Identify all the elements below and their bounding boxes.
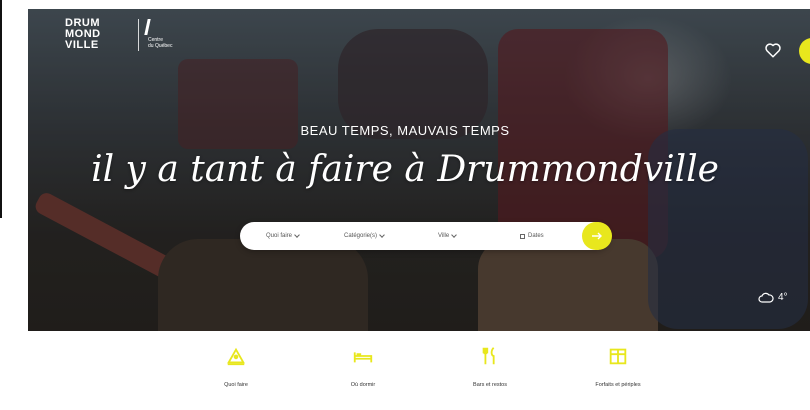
nav-item-ou-dormir[interactable]: Où dormir	[303, 345, 423, 388]
bed-icon	[353, 352, 373, 363]
cloud-icon	[758, 292, 774, 303]
logo-line: VILLE	[65, 39, 99, 51]
chevron-down-icon	[379, 232, 385, 238]
site-logo[interactable]: DRUM MOND VILLE	[65, 18, 101, 51]
search-field-label: Catégorie(s)	[344, 233, 378, 239]
page: DRUM MOND VILLE Centre du Québec BEAU TE…	[0, 0, 810, 410]
utensils-icon	[482, 347, 495, 365]
nav-item-label: Forfaits et périples	[595, 382, 641, 388]
nav-item-forfaits[interactable]: Forfaits et périples	[558, 345, 678, 388]
partner-line: du Québec	[148, 43, 173, 49]
logo-divider	[138, 19, 139, 51]
search-field-label: Dates	[528, 233, 544, 239]
weather-temperature: 4°	[778, 292, 788, 303]
package-icon	[609, 348, 627, 365]
nav-item-quoi-faire[interactable]: Quoi faire	[176, 345, 296, 388]
nav-item-label: Quoi faire	[224, 382, 248, 388]
hero-headline: il y a tant à faire à Drummondville	[91, 149, 719, 190]
search-field-city[interactable]: Ville	[438, 232, 458, 239]
hero-eyebrow: BEAU TEMPS, MAUVAIS TEMPS	[300, 123, 510, 138]
partner-logo: Centre du Québec	[148, 37, 172, 49]
search-button[interactable]	[582, 222, 612, 250]
search-bar: Quoi faire Catégorie(s) Ville Dates	[240, 222, 612, 250]
weather-widget: 4°	[758, 292, 788, 303]
chevron-down-icon	[451, 232, 458, 238]
arrow-right-icon	[592, 232, 602, 240]
search-field-label: Quoi faire	[266, 233, 293, 239]
search-field-category[interactable]: Catégorie(s)	[344, 232, 385, 239]
search-field-activity[interactable]: Quoi faire	[266, 232, 300, 239]
search-field-dates[interactable]: Dates	[520, 233, 544, 239]
nav-item-bars-restos[interactable]: Bars et restos	[430, 345, 550, 388]
chevron-down-icon	[294, 232, 300, 238]
activities-icon	[227, 347, 245, 366]
category-nav: Quoi faire Où dormir Bars et restos Forf…	[28, 331, 810, 410]
nav-item-label: Où dormir	[350, 382, 376, 388]
nav-item-label: Bars et restos	[473, 382, 507, 388]
search-field-label: Ville	[438, 233, 450, 239]
heart-icon[interactable]	[764, 41, 782, 59]
calendar-icon	[520, 233, 525, 239]
